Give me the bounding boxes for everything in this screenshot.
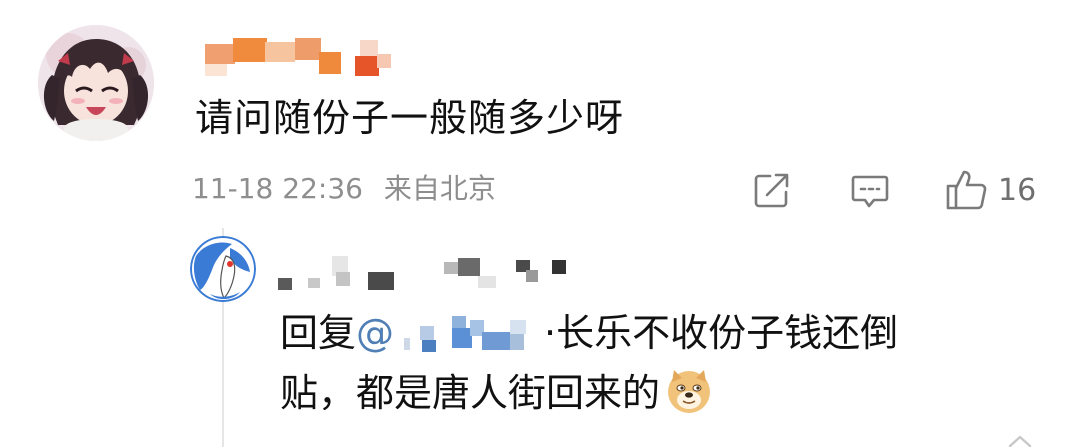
share-icon xyxy=(754,173,789,208)
like-button[interactable]: 16 xyxy=(944,168,1036,212)
share-button[interactable] xyxy=(752,168,792,212)
reply-line-2: 贴，都是唐人街回来的 xyxy=(280,363,1040,423)
doge-emoji xyxy=(666,368,712,414)
map-avatar-icon xyxy=(190,236,256,302)
reply-prefix: 回复 xyxy=(280,311,357,355)
comment-timestamp: 11-18 22:36 xyxy=(192,172,363,205)
mention-at: @ xyxy=(356,311,395,355)
reply-line-2-text: 贴，都是唐人街回来的 xyxy=(280,371,661,415)
mention-username-redacted xyxy=(394,312,544,352)
reply-separator: · xyxy=(544,311,557,355)
doge-emoji-icon xyxy=(668,370,711,413)
anime-girl-avatar-icon xyxy=(38,25,154,141)
collapse-arrow-icon xyxy=(1008,435,1032,447)
comment-icon xyxy=(851,175,889,208)
reply-button[interactable] xyxy=(850,168,890,212)
commenter-username-redacted[interactable] xyxy=(205,38,395,76)
like-count: 16 xyxy=(998,172,1037,208)
comment-location: 来自北京 xyxy=(383,172,496,205)
reply-line-1: 回复@ ·长乐不收份子钱还倒 xyxy=(280,303,1040,363)
commenter-avatar[interactable] xyxy=(38,25,154,141)
thumbs-up-icon xyxy=(946,170,987,210)
replier-username-redacted[interactable] xyxy=(278,256,578,296)
replier-avatar[interactable] xyxy=(190,236,256,302)
reply-line-1-text: 长乐不收份子钱还倒 xyxy=(556,311,899,355)
comment-meta: 11-18 22:36 来自北京 xyxy=(192,168,496,210)
reply-body: 回复@ ·长乐不收份子钱还倒 贴，都是唐人街回来的 xyxy=(280,303,1040,423)
mention-link[interactable]: @ xyxy=(356,311,544,355)
comment-body: 请问随份子一般随多少呀 xyxy=(195,96,625,140)
